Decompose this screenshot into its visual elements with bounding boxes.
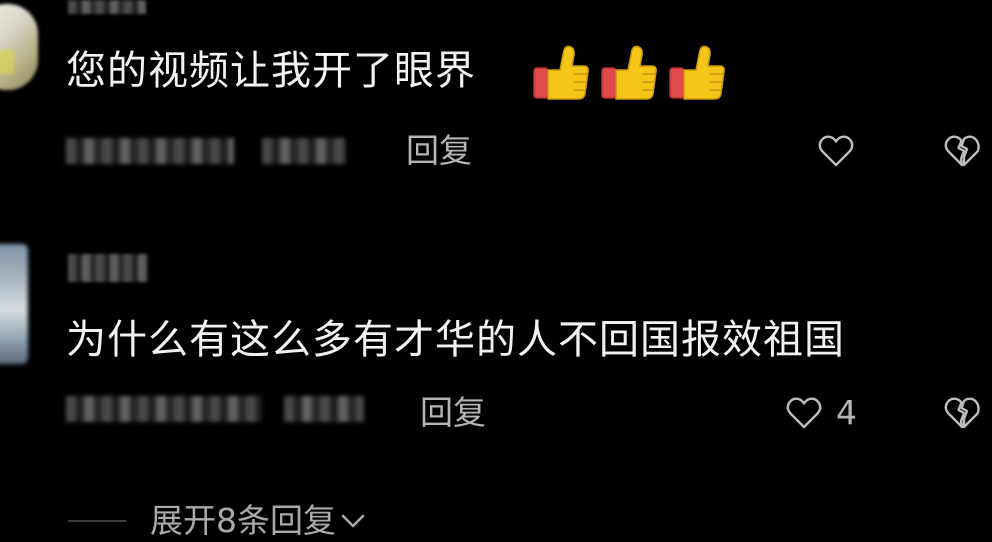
timestamp-blurred	[66, 396, 262, 422]
location-blurred	[284, 396, 364, 422]
like-button[interactable]	[816, 131, 856, 171]
emoji-row	[530, 44, 728, 102]
broken-heart-icon	[944, 135, 980, 167]
chevron-down-icon	[341, 514, 365, 528]
expand-replies-button[interactable]: 展开8条回复	[150, 500, 368, 542]
dislike-button[interactable]	[942, 393, 982, 433]
thumbs-up-icon	[601, 45, 657, 100]
username-blurred[interactable]	[68, 0, 146, 14]
broken-heart-icon	[944, 397, 980, 429]
like-count: 4	[836, 393, 857, 432]
reply-button[interactable]: 回复	[420, 393, 486, 433]
username-blurred[interactable]	[68, 254, 148, 282]
thumbs-up-icon	[669, 45, 725, 100]
heart-icon	[818, 135, 854, 167]
comment-text: 为什么有这么多有才华的人不回国报效祖国	[66, 317, 845, 363]
heart-icon	[786, 397, 822, 429]
expand-replies-label: 展开8条回复	[150, 501, 336, 540]
location-blurred	[262, 138, 346, 164]
timestamp-blurred	[66, 138, 234, 164]
reply-button[interactable]: 回复	[406, 131, 472, 171]
dislike-button[interactable]	[942, 131, 982, 171]
divider	[68, 520, 126, 522]
comment-text: 您的视频让我开了眼界	[66, 48, 476, 94]
avatar[interactable]	[0, 4, 38, 90]
thumbs-up-icon	[533, 45, 589, 100]
like-button[interactable]	[784, 393, 824, 433]
avatar[interactable]	[0, 244, 28, 364]
